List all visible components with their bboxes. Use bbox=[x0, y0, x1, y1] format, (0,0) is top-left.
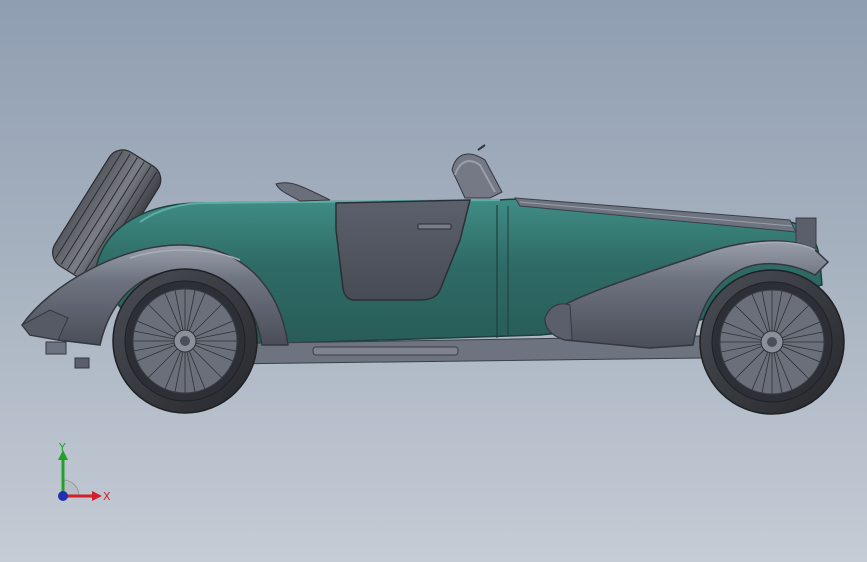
x-axis-arrowhead bbox=[92, 491, 102, 501]
car-model[interactable] bbox=[0, 0, 867, 562]
z-axis-dot bbox=[58, 491, 68, 501]
y-axis-label: Y bbox=[58, 441, 66, 454]
front-wheel bbox=[699, 269, 845, 415]
x-axis-label: X bbox=[103, 490, 111, 503]
seats bbox=[275, 144, 503, 202]
graphics-viewport[interactable]: Y X bbox=[0, 0, 867, 562]
view-orientation-triad: Y X bbox=[58, 441, 111, 503]
rear-wheel bbox=[112, 268, 258, 414]
